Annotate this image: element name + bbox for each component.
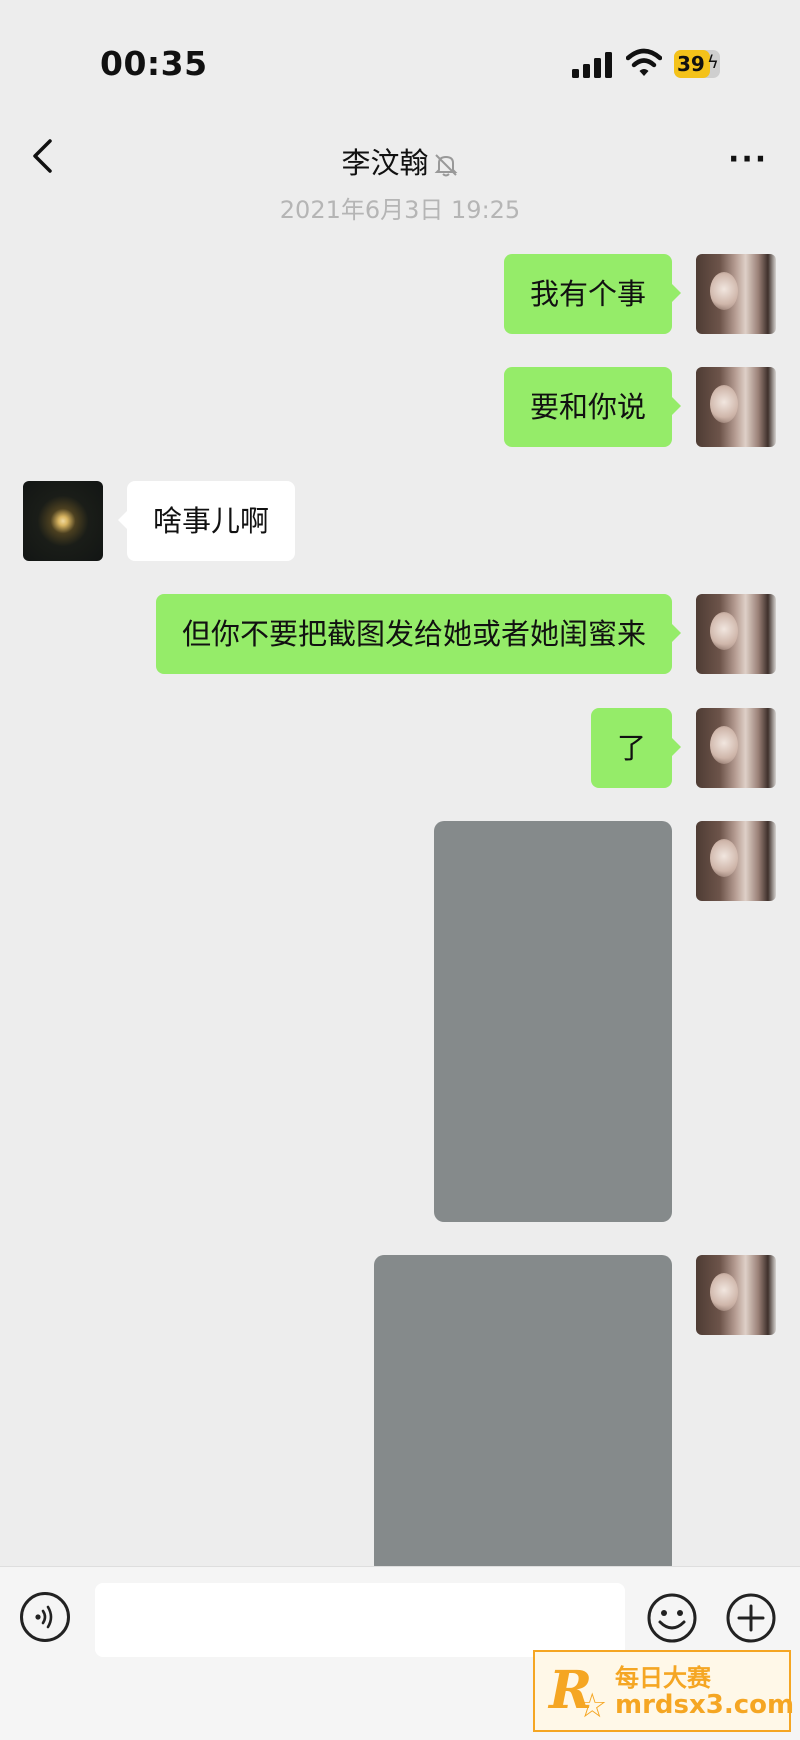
- my-avatar[interactable]: [696, 708, 776, 788]
- status-time: 00:35: [100, 44, 208, 83]
- voice-icon[interactable]: [20, 1592, 70, 1642]
- wifi-icon: [626, 48, 662, 76]
- battery-icon: 39 ϟ: [674, 50, 724, 78]
- chat-header: 李汶翰 ···: [0, 120, 800, 190]
- watermark-name: 每日大赛: [615, 1664, 711, 1692]
- contact-name: 李汶翰: [341, 146, 429, 180]
- star-icon: ☆: [577, 1686, 608, 1726]
- more-dots-icon[interactable]: ···: [728, 142, 768, 177]
- contact-message-bubble[interactable]: 啥事儿啊: [117, 481, 296, 561]
- my-avatar[interactable]: [696, 254, 776, 334]
- my-message-bubble[interactable]: 但你不要把截图发给她或者她闺蜜来: [155, 594, 682, 674]
- battery-level: 39: [677, 52, 705, 76]
- signal-icon: [572, 52, 612, 78]
- contact-avatar[interactable]: [23, 481, 103, 561]
- watermark-url: mrdsx3.com: [615, 1690, 795, 1720]
- message-timestamp: 2021年6月3日 19:25: [279, 196, 521, 224]
- my-message-bubble[interactable]: 我有个事: [503, 254, 682, 334]
- page-title[interactable]: 李汶翰: [0, 140, 800, 182]
- my-message-bubble[interactable]: 了: [590, 708, 682, 788]
- plus-icon[interactable]: [725, 1592, 777, 1644]
- status-bar: 00:35 39 ϟ: [0, 0, 800, 120]
- my-avatar[interactable]: [696, 367, 776, 447]
- charging-bolt-icon: ϟ: [707, 52, 719, 73]
- image-message[interactable]: [374, 1255, 672, 1575]
- my-avatar[interactable]: [696, 821, 776, 901]
- my-message-bubble[interactable]: 要和你说: [503, 367, 682, 447]
- message-input[interactable]: [95, 1583, 625, 1657]
- muted-bell-icon: [434, 154, 457, 177]
- emoji-icon[interactable]: [646, 1592, 698, 1644]
- my-avatar[interactable]: [696, 594, 776, 674]
- my-avatar[interactable]: [696, 1255, 776, 1335]
- image-message[interactable]: [434, 821, 672, 1222]
- watermark: R ☆ 每日大赛 mrdsx3.com: [533, 1650, 795, 1732]
